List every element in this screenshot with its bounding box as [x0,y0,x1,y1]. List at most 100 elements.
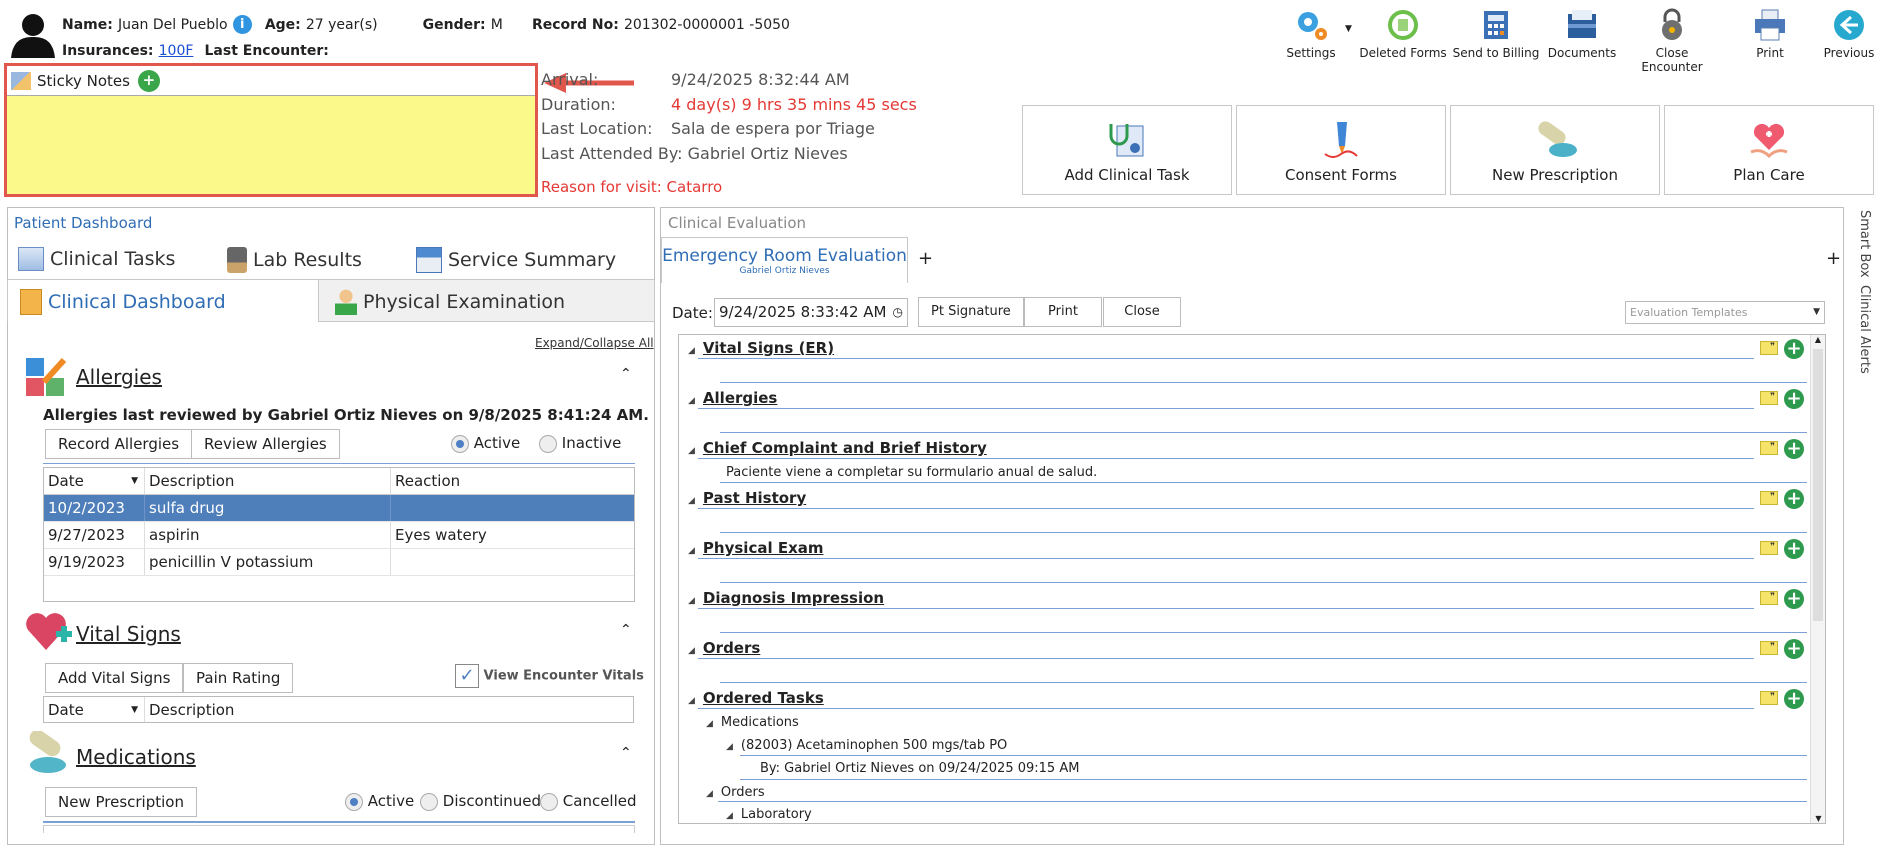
table-row[interactable]: 10/2/2023 sulfa drug [44,495,634,522]
divider [43,821,635,823]
checkbox-checked-icon: ✓ [455,664,479,688]
quote-note-icon[interactable]: ❞ [1760,691,1778,705]
expand-collapse-all-link[interactable]: Expand/Collapse All [535,336,654,350]
tab-clinical-tasks[interactable]: Clinical Tasks [18,247,175,271]
allergies-inactive-radio[interactable]: Inactive [539,434,621,453]
allergies-collapse-icon[interactable]: ⌃ [620,366,632,382]
plan-care-button[interactable]: Plan Care [1664,105,1874,195]
column-header-description[interactable]: Description [145,468,391,494]
quote-note-icon[interactable]: ❞ [1760,541,1778,555]
add-section-item-icon[interactable]: + [1784,439,1804,459]
pt-signature-button[interactable]: Pt Signature [918,297,1024,327]
section-allergies[interactable]: ◢ Allergies [688,389,1808,407]
meds-collapse-icon[interactable]: ⌃ [620,745,632,761]
quote-note-icon[interactable]: ❞ [1760,341,1778,355]
add-vital-signs-button[interactable]: Add Vital Signs [45,663,184,693]
add-clinical-task-button[interactable]: Add Clinical Task [1022,105,1232,195]
patient-dashboard-title: Patient Dashboard [14,214,153,232]
tree-medication-by: By: Gabriel Ortiz Nieves on 09/24/2025 0… [760,761,1080,776]
review-allergies-button[interactable]: Review Allergies [191,429,340,459]
arrival-time: 9/24/2025 8:32:44 AM [671,70,850,89]
add-section-item-icon[interactable]: + [1784,539,1804,559]
pain-rating-button[interactable]: Pain Rating [183,663,294,693]
documents-button[interactable]: Documents [1536,8,1628,60]
section-ordered-tasks[interactable]: ◢ Ordered Tasks [688,689,1808,707]
evaluation-templates-dropdown[interactable]: Evaluation Templates ▼ [1625,301,1825,324]
record-allergies-button[interactable]: Record Allergies [45,429,193,459]
column-header-reaction[interactable]: Reaction [391,468,634,494]
section-past-history[interactable]: ◢ Past History [688,489,1808,507]
close-encounter-button[interactable]: Close Encounter [1626,8,1718,74]
add-section-item-icon[interactable]: + [1784,389,1804,409]
view-encounter-vitals-checkbox[interactable]: ✓ View Encounter Vitals [455,664,644,688]
quote-note-icon[interactable]: ❞ [1760,641,1778,655]
divider [720,582,1807,583]
table-row[interactable]: 9/19/2023 penicillin V potassium [44,549,634,576]
tab-service-summary[interactable]: Service Summary [416,247,616,273]
quote-note-icon[interactable]: ❞ [1760,491,1778,505]
meds-active-radio[interactable]: Active [345,792,414,811]
info-icon[interactable]: i [232,15,252,34]
meds-discontinued-radio[interactable]: Discontinued [420,792,541,811]
smart-box-tab[interactable]: Smart Box [1848,210,1872,278]
column-header-description[interactable]: Description [145,697,633,722]
tab-emergency-room-evaluation[interactable]: Emergency Room Evaluation Gabriel Ortiz … [661,237,908,283]
microscope-icon [227,247,247,273]
section-diagnosis-impression[interactable]: ◢ Diagnosis Impression [688,589,1808,607]
divider [740,779,1807,780]
sticky-notes-area[interactable] [7,96,535,194]
quote-note-icon[interactable]: ❞ [1760,591,1778,605]
allergies-icon [26,357,67,396]
clinical-alerts-tab[interactable]: Clinical Alerts [1848,285,1872,374]
eval-close-button[interactable]: Close [1103,297,1181,327]
tab-physical-examination[interactable]: Physical Examination [319,279,655,322]
column-header-date[interactable]: Date ▼ [44,468,145,494]
add-sticky-note-button[interactable]: + [137,69,160,92]
consent-forms-button[interactable]: Consent Forms [1236,105,1446,195]
eval-date-field[interactable]: 9/24/2025 8:33:42 AM ◷ [714,298,908,327]
tree-laboratory[interactable]: ◢ Laboratory [726,807,812,822]
add-panel-icon[interactable]: + [1826,248,1841,269]
medications-title: Medications [76,745,196,769]
patient-gender: M [490,17,503,33]
add-section-item-icon[interactable]: + [1784,689,1804,709]
allergies-active-radio[interactable]: Active [451,434,520,453]
calendar-icon[interactable]: ◷ [893,299,903,326]
table-header: Date ▼ Description Reaction [44,468,634,495]
new-prescription-button[interactable]: New Prescription [1450,105,1660,195]
patient-avatar-icon [11,14,55,58]
divider [698,458,1754,459]
section-chief-complaint[interactable]: ◢ Chief Complaint and Brief History [688,439,1808,457]
deleted-forms-button[interactable]: Deleted Forms [1357,8,1449,60]
quote-note-icon[interactable]: ❞ [1760,441,1778,455]
send-to-billing-button[interactable]: Send to Billing [1450,8,1542,60]
divider [698,508,1754,509]
add-section-item-icon[interactable]: + [1784,639,1804,659]
add-section-item-icon[interactable]: + [1784,489,1804,509]
insurance-link[interactable]: 100F [159,43,194,59]
settings-button[interactable]: Settings [1265,8,1357,60]
section-vital-signs-er[interactable]: ◢ Vital Signs (ER) [688,339,1808,357]
tree-orders[interactable]: ◢ Orders [706,785,765,800]
add-section-item-icon[interactable]: + [1784,589,1804,609]
tree-medications[interactable]: ◢ Medications [706,715,799,730]
section-physical-exam[interactable]: ◢ Physical Exam [688,539,1808,557]
settings-dropdown-icon[interactable]: ▼ [1345,24,1352,34]
previous-button[interactable]: Previous [1803,8,1883,60]
table-row[interactable]: 9/27/2023 aspirin Eyes watery [44,522,634,549]
eval-scrollbar[interactable]: ▲ ▼ [1810,335,1825,823]
vitals-collapse-icon[interactable]: ⌃ [620,622,632,638]
quote-note-icon[interactable]: ❞ [1760,391,1778,405]
column-header-date[interactable]: Date ▼ [44,697,145,722]
tree-medication-item[interactable]: ◢ (82003) Acetaminophen 500 mgs/tab PO [726,738,1007,753]
section-orders[interactable]: ◢ Orders [688,639,1808,657]
new-prescription-small-button[interactable]: New Prescription [45,787,197,817]
add-tab-icon[interactable]: + [918,248,933,269]
add-section-item-icon[interactable]: + [1784,339,1804,359]
eval-print-button[interactable]: Print [1024,297,1102,327]
tab-lab-results[interactable]: Lab Results [227,247,362,273]
meds-cancelled-radio[interactable]: Cancelled [540,792,637,811]
visit-info: Arrival: 9/24/2025 8:32:44 AM Duration: 4 … [541,70,917,163]
tab-clinical-dashboard[interactable]: Clinical Dashboard [7,279,319,322]
allergies-reviewed-text: Allergies last reviewed by Gabriel Ortiz… [43,406,649,424]
